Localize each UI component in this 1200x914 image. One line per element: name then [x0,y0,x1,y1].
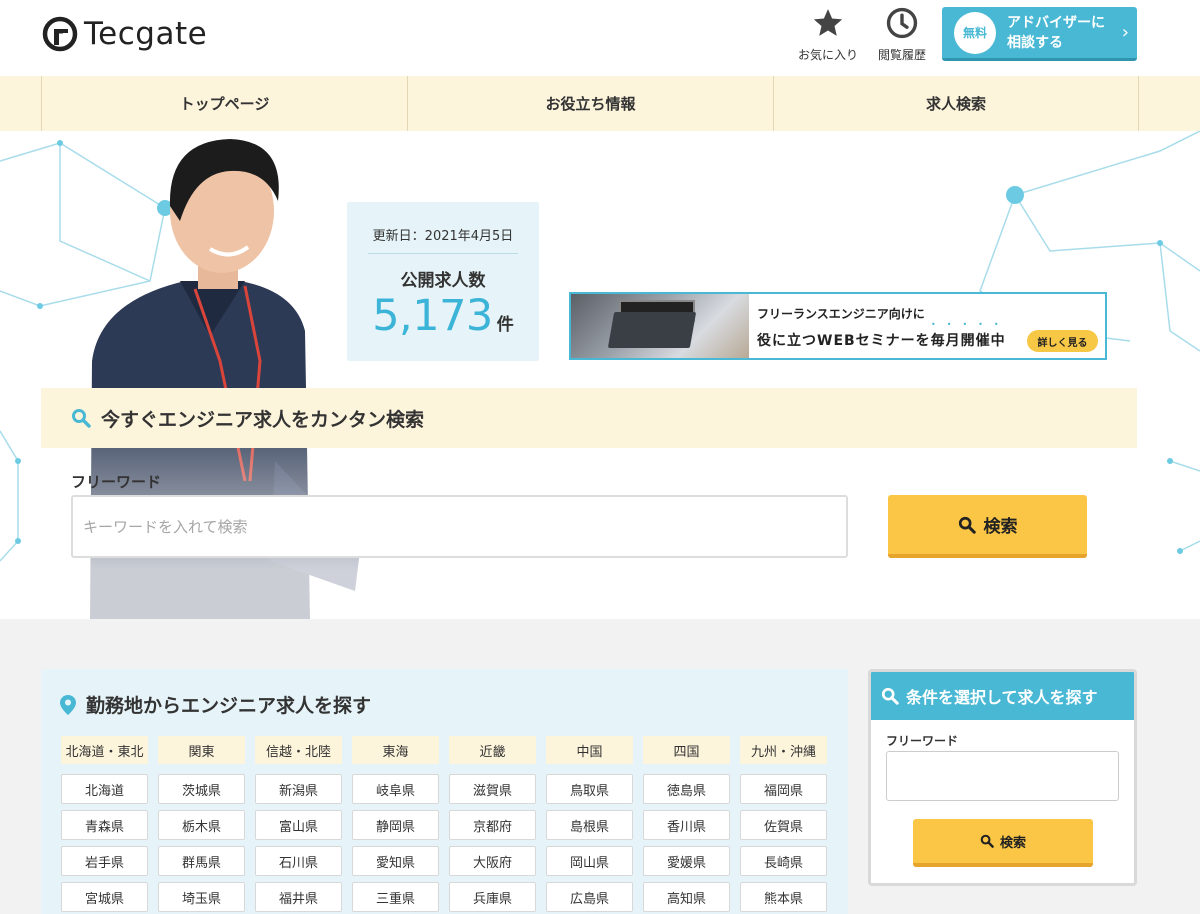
region-label: 中国 [546,736,633,764]
banner-details-button[interactable]: 詳しく見る [1027,330,1098,352]
region-header-row: 北海道・東北 関東 信越・北陸 東海 近畿 中国 四国 九州・沖縄 [61,736,827,764]
search-icon [958,516,976,534]
condition-search-heading: 条件を選択して求人を探す [871,672,1134,720]
prefecture-link[interactable]: 長崎県 [740,846,827,876]
hero-search-button[interactable]: 検索 [888,495,1087,558]
prefecture-link[interactable]: 宮城県 [61,882,148,912]
prefecture-link[interactable]: 京都府 [449,810,536,840]
condition-search-label: 検索 [999,835,1026,851]
history-button[interactable]: 閲覧履歴 [878,6,926,63]
prefecture-grid: 北海道 茨城県 新潟県 岐阜県 滋賀県 鳥取県 徳島県 福岡県 青森県 栃木県 … [61,774,827,912]
prefecture-link[interactable]: 島根県 [546,810,633,840]
prefecture-link[interactable]: 岡山県 [546,846,633,876]
prefecture-link[interactable]: 石川県 [255,846,342,876]
prefecture-link[interactable]: 愛知県 [352,846,439,876]
region-label: 近畿 [449,736,536,764]
site-logo[interactable]: Tecgate [42,16,207,52]
prefecture-link[interactable]: 青森県 [61,810,148,840]
favorites-label: お気に入り [798,48,859,62]
banner-line-2: 役に立つWEBセミナーを毎月開催中 [757,333,1006,349]
banner-emphasis-dots: ••••• [931,320,1010,329]
location-search-heading: 勤務地からエンジニア求人を探す [60,691,371,718]
prefecture-link[interactable]: 香川県 [643,810,730,840]
region-label: 北海道・東北 [61,736,148,764]
condition-search-title: 条件を選択して求人を探す [906,688,1098,707]
favorites-button[interactable]: お気に入り [798,6,858,63]
prefecture-link[interactable]: 埼玉県 [158,882,245,912]
clock-icon [886,7,918,39]
chevron-right-icon: › [1121,22,1129,43]
star-icon [813,9,843,36]
prefecture-link[interactable]: 福岡県 [740,774,827,804]
global-nav: トップページ お役立ち情報 求人検索 [0,76,1200,131]
prefecture-link[interactable]: 岩手県 [61,846,148,876]
prefecture-link[interactable]: 兵庫県 [449,882,536,912]
job-count: 5,173 件 [347,291,539,341]
prefecture-link[interactable]: 三重県 [352,882,439,912]
prefecture-link[interactable]: 大阪府 [449,846,536,876]
prefecture-link[interactable]: 愛媛県 [643,846,730,876]
divider [368,253,518,254]
search-options-section: 勤務地からエンジニア求人を探す 北海道・東北 関東 信越・北陸 東海 近畿 中国… [0,619,1200,914]
prefecture-link[interactable]: 群馬県 [158,846,245,876]
nav-item-top[interactable]: トップページ [41,76,407,131]
logo-text: Tecgate [84,16,208,52]
search-icon [881,687,899,705]
nav-item-useful-info[interactable]: お役立ち情報 [407,76,773,131]
free-badge: 無料 [954,11,996,54]
prefecture-link[interactable]: 北海道 [61,774,148,804]
advisor-consult-button[interactable]: 無料 アドバイザーに相談する › [942,7,1137,61]
region-label: 東海 [352,736,439,764]
job-count-unit: 件 [496,315,514,335]
search-icon [980,834,994,848]
region-label: 九州・沖縄 [740,736,827,764]
job-count-box: 更新日：2021年4月5日 公開求人数 5,173 件 [347,202,539,361]
prefecture-link[interactable]: 岐阜県 [352,774,439,804]
region-label: 四国 [643,736,730,764]
region-label: 関東 [158,736,245,764]
prefecture-link[interactable]: 徳島県 [643,774,730,804]
prefecture-link[interactable]: 栃木県 [158,810,245,840]
location-search-panel: 勤務地からエンジニア求人を探す 北海道・東北 関東 信越・北陸 東海 近畿 中国… [41,669,848,914]
hero-section: 更新日：2021年4月5日 公開求人数 5,173 件 フリーランスエンジニア向… [0,131,1200,619]
prefecture-link[interactable]: 佐賀県 [740,810,827,840]
condition-search-panel: 条件を選択して求人を探す フリーワード 検索 [868,669,1137,886]
banner-line-1: フリーランスエンジニア向けに [757,307,925,321]
prefecture-link[interactable]: 福井県 [255,882,342,912]
hero-search-label: 検索 [983,517,1018,537]
search-icon [72,409,91,428]
prefecture-link[interactable]: 新潟県 [255,774,342,804]
nav-item-job-search[interactable]: 求人検索 [773,76,1139,131]
prefecture-link[interactable]: 鳥取県 [546,774,633,804]
banner-laptop-image [571,294,749,358]
history-label: 閲覧履歴 [878,48,927,62]
freeword-search-input[interactable] [71,495,848,558]
prefecture-link[interactable]: 滋賀県 [449,774,536,804]
advisor-label: アドバイザーに相談する [1007,14,1105,51]
condition-freeword-label: フリーワード [886,734,959,748]
site-header: Tecgate お気に入り 閲覧履歴 無料 アドバイザーに相談する › [0,0,1200,76]
condition-search-button[interactable]: 検索 [913,819,1093,867]
job-count-number: 5,173 [372,291,493,341]
location-search-title: 勤務地からエンジニア求人を探す [86,695,372,717]
prefecture-link[interactable]: 静岡県 [352,810,439,840]
condition-freeword-input[interactable] [886,751,1119,801]
prefecture-link[interactable]: 広島県 [546,882,633,912]
quick-search-heading: 今すぐエンジニア求人をカンタン検索 [41,388,1137,448]
quick-search-title: 今すぐエンジニア求人をカンタン検索 [101,408,425,431]
location-pin-icon [60,694,76,715]
prefecture-link[interactable]: 富山県 [255,810,342,840]
public-jobs-label: 公開求人数 [400,271,486,291]
region-label: 信越・北陸 [255,736,342,764]
update-date: 更新日：2021年4月5日 [372,229,514,244]
freeword-label: フリーワード [71,473,162,491]
prefecture-link[interactable]: 茨城県 [158,774,245,804]
logo-icon [42,16,78,52]
banner-text: フリーランスエンジニア向けに ••••• 役に立つWEBセミナーを毎月開催中 詳… [749,294,1105,358]
prefecture-link[interactable]: 高知県 [643,882,730,912]
web-seminar-banner[interactable]: フリーランスエンジニア向けに ••••• 役に立つWEBセミナーを毎月開催中 詳… [569,292,1107,360]
prefecture-link[interactable]: 熊本県 [740,882,827,912]
